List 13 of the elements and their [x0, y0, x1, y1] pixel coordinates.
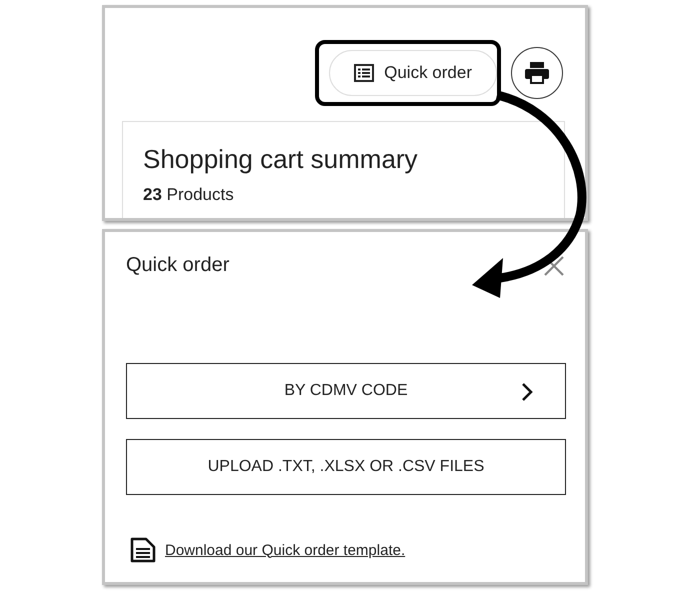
chevron-icon [521, 382, 533, 402]
template-link[interactable]: Download our Quick order template. [165, 542, 406, 558]
print-button[interactable] [511, 47, 563, 99]
list-icon [354, 64, 374, 82]
option-button[interactable]: BY CDMV CODE [126, 363, 566, 419]
summary-title: Shopping cart summary [143, 144, 419, 175]
product-count: 23 Products [143, 185, 235, 205]
panel-title: Quick order [126, 254, 230, 277]
document-icon [130, 537, 156, 563]
close-icon[interactable] [543, 254, 565, 276]
option-button[interactable]: UPLOAD .TXT, .XLSX OR .CSV FILES [126, 439, 566, 495]
quick-order-button[interactable]: Quick order [329, 50, 497, 96]
print-icon [524, 61, 550, 85]
